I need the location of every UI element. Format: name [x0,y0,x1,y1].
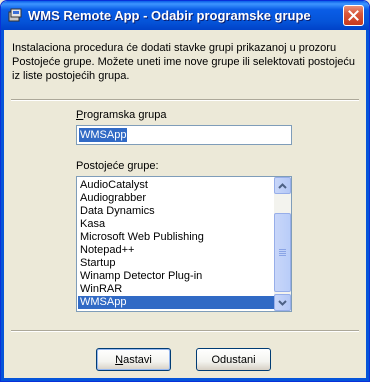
window-title: WMS Remote App - Odabir programske grupe [28,8,311,23]
list-item[interactable]: WinRAR [78,283,275,296]
list-item[interactable]: AudioCatalyst [78,179,275,192]
program-group-value: WMSApp [79,128,128,142]
next-button[interactable]: Nastavi [96,348,171,371]
list-item[interactable]: Kasa [78,218,275,231]
window-frame-left [1,30,4,381]
top-separator [11,99,359,101]
close-button[interactable] [343,5,364,26]
thumb-grip-line [279,251,286,252]
title-bar[interactable]: WMS Remote App - Odabir programske grupe [1,1,369,30]
thumb-grip-line [279,249,286,250]
dialog-window: WMS Remote App - Odabir programske grupe… [0,0,370,382]
list-scrollbar[interactable] [274,177,291,311]
program-group-input[interactable]: WMSApp [76,125,292,145]
close-icon [348,10,359,21]
window-frame-bottom [1,378,369,381]
scroll-up-button[interactable] [274,177,291,194]
existing-groups-list[interactable]: AudioCatalyst Audiograbber Data Dynamics Ka… [76,176,292,312]
list-item[interactable]: WMSApp [78,296,275,309]
setup-icon [7,7,23,23]
list-item[interactable]: Microsoft Web Publishing [78,231,275,244]
window-frame-right [366,30,369,381]
chevron-down-icon [278,299,287,306]
next-button-label: Nastavi [115,353,152,366]
list-item[interactable]: Audiograbber [78,192,275,205]
cancel-button-label: Odustani [211,353,256,366]
thumb-grip-line [279,255,286,256]
list-item[interactable]: Startup [78,257,275,270]
list-item[interactable]: Data Dynamics [78,205,275,218]
scroll-down-button[interactable] [274,294,291,311]
list-item[interactable]: Winamp Detector Plug-in [78,270,275,283]
cancel-button[interactable]: Odustani [196,348,271,371]
scroll-thumb[interactable] [274,213,291,292]
existing-groups-label: Postojeće grupe: [76,160,159,172]
instructions-text: Instalaciona procedura će dodati stavke … [12,42,356,82]
chevron-up-icon [278,182,287,189]
thumb-grip-line [279,253,286,254]
list-item[interactable]: Notepad++ [78,244,275,257]
program-group-label: Programska grupa [76,109,167,121]
bottom-separator [11,330,359,332]
list-items: AudioCatalyst Audiograbber Data Dynamics Ka… [78,179,275,309]
